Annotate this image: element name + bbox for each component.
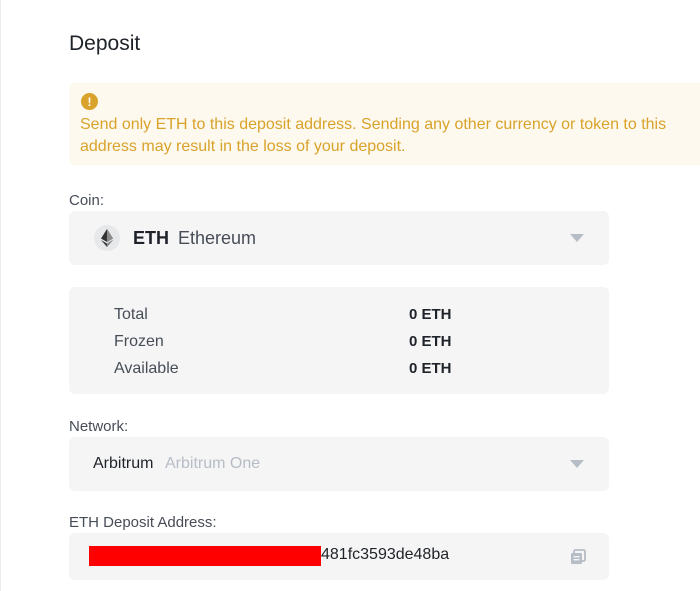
balance-panel: Total 0 ETH Frozen 0 ETH Available 0 ETH bbox=[69, 287, 609, 394]
copy-icon[interactable] bbox=[569, 548, 587, 566]
chevron-down-icon[interactable] bbox=[570, 234, 584, 242]
warning-banner: ! Send only ETH to this deposit address.… bbox=[69, 83, 700, 165]
address-field[interactable]: 481fc3593de48ba bbox=[69, 533, 609, 580]
balance-frozen-value: 0 ETH bbox=[409, 333, 452, 350]
coin-label: Coin: bbox=[69, 192, 105, 209]
exclamation-icon: ! bbox=[81, 93, 98, 110]
network-label: Network: bbox=[69, 418, 129, 435]
balance-available-value: 0 ETH bbox=[409, 360, 452, 377]
coin-name: Ethereum bbox=[178, 228, 257, 248]
balance-total-value: 0 ETH bbox=[409, 306, 452, 323]
warning-text: Send only ETH to this deposit address. S… bbox=[80, 116, 667, 155]
redacted-address bbox=[89, 546, 321, 566]
coin-symbol: ETH bbox=[133, 228, 169, 248]
balance-total-label: Total bbox=[114, 306, 148, 323]
network-select[interactable]: Arbitrum Arbitrum One bbox=[69, 437, 609, 491]
ethereum-icon bbox=[94, 225, 120, 251]
address-text: 481fc3593de48ba bbox=[321, 546, 450, 563]
coin-select[interactable]: ETH Ethereum bbox=[69, 211, 609, 265]
balance-available-label: Available bbox=[114, 360, 179, 377]
network-secondary: Arbitrum One bbox=[165, 455, 261, 472]
address-label: ETH Deposit Address: bbox=[69, 514, 217, 531]
left-border bbox=[0, 0, 1, 591]
chevron-down-icon[interactable] bbox=[570, 460, 584, 468]
balance-frozen-label: Frozen bbox=[114, 333, 164, 350]
page-title: Deposit bbox=[69, 32, 141, 55]
network-primary: Arbitrum bbox=[93, 455, 154, 472]
